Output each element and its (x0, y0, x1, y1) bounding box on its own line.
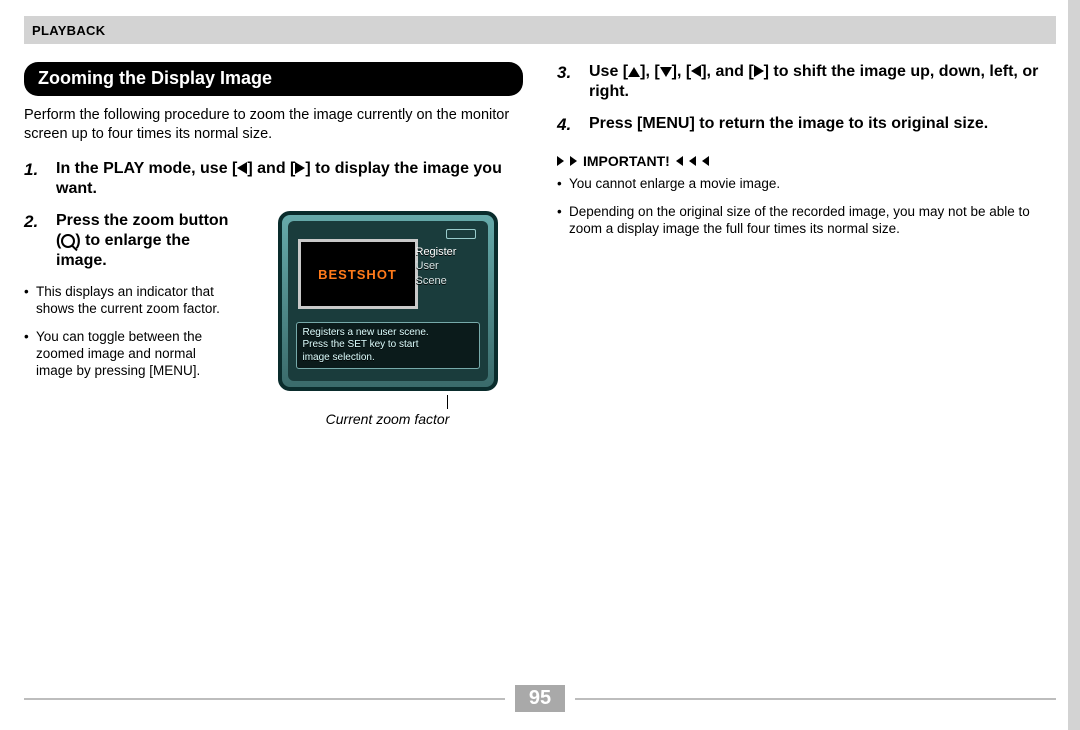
list-item: Depending on the original size of the re… (557, 203, 1056, 238)
bestshot-label: BESTSHOT (318, 267, 397, 282)
intro-paragraph: Perform the following procedure to zoom … (24, 106, 523, 143)
magnifier-icon (61, 234, 75, 248)
s3-b2: ], [ (672, 63, 692, 80)
header-bar: PLAYBACK (24, 16, 1056, 44)
figure: BESTSHOT Register User Scene Registers a… (252, 211, 523, 427)
manual-page: PLAYBACK Zooming the Display Image Perfo… (0, 0, 1080, 730)
strip-line: Registers a new user scene. (303, 327, 473, 340)
menu-line: Scene (416, 274, 478, 288)
footer-rule (575, 698, 1056, 700)
s3-b3: ], and [ (701, 63, 753, 80)
triangle-left-icon (702, 156, 709, 166)
lcd-description-strip: Registers a new user scene. Press the SE… (296, 322, 480, 370)
up-arrow-icon (628, 67, 640, 77)
step-2-left: 2. Press the zoom button () to enlarge t… (24, 211, 234, 389)
s3-b1: ], [ (640, 63, 660, 80)
important-heading: IMPORTANT! (557, 153, 1056, 169)
lcd-menu-text: Register User Scene (416, 245, 478, 288)
triangle-right-icon (570, 156, 577, 166)
menu-line: Register (416, 245, 478, 259)
right-column: 3. Use [], [], [], and [] to shift the i… (557, 62, 1056, 427)
important-bullets: You cannot enlarge a movie image. Depend… (557, 175, 1056, 237)
list-item: This displays an indicator that shows th… (24, 283, 234, 318)
step-4: 4. Press [MENU] to return the image to i… (557, 114, 1056, 135)
footer-rule (24, 698, 505, 700)
triangle-right-icon (557, 156, 564, 166)
page-footer: 95 (24, 685, 1056, 712)
step-2-bullets: This displays an indicator that shows th… (24, 283, 234, 379)
step-2-row: 2. Press the zoom button () to enlarge t… (24, 211, 523, 427)
lcd-inner: BESTSHOT Register User Scene Registers a… (288, 221, 488, 381)
list-item: You cannot enlarge a movie image. (557, 175, 1056, 192)
step-text: Press [MENU] to return the image to its … (589, 114, 1056, 135)
strip-line: Press the SET key to start (303, 339, 473, 352)
step1-mid: ] and [ (247, 160, 295, 177)
right-arrow-icon (295, 162, 305, 174)
bestshot-thumbnail: BESTSHOT (298, 239, 418, 309)
step-text: Use [], [], [], and [] to shift the imag… (589, 62, 1056, 102)
strip-line: image selection. (303, 352, 473, 365)
step-number: 2. (24, 211, 48, 271)
figure-caption: Current zoom factor (326, 411, 450, 427)
step-text: Press the zoom button () to enlarge the … (56, 211, 234, 271)
menu-line: User (416, 259, 478, 273)
right-arrow-icon (754, 65, 764, 77)
triangle-left-icon (689, 156, 696, 166)
content-columns: Zooming the Display Image Perform the fo… (24, 62, 1056, 427)
battery-icon (446, 229, 476, 239)
triangle-left-icon (676, 156, 683, 166)
left-arrow-icon (237, 162, 247, 174)
header-section-label: PLAYBACK (32, 23, 105, 38)
section-title-pill: Zooming the Display Image (24, 62, 523, 96)
step1-pre: In the PLAY mode, use [ (56, 160, 237, 177)
left-column: Zooming the Display Image Perform the fo… (24, 62, 523, 427)
step-2: 2. Press the zoom button () to enlarge t… (24, 211, 234, 271)
camera-lcd-illustration: BESTSHOT Register User Scene Registers a… (278, 211, 498, 391)
step-number: 4. (557, 114, 581, 135)
step-text: In the PLAY mode, use [] and [] to displ… (56, 159, 523, 199)
step-number: 1. (24, 159, 48, 199)
page-edge-shadow (1068, 0, 1080, 730)
step-number: 3. (557, 62, 581, 102)
step-1: 1. In the PLAY mode, use [] and [] to di… (24, 159, 523, 199)
callout-line (447, 395, 448, 409)
important-label: IMPORTANT! (583, 153, 670, 169)
list-item: You can toggle between the zoomed image … (24, 328, 234, 380)
step-3: 3. Use [], [], [], and [] to shift the i… (557, 62, 1056, 102)
s3-pre: Use [ (589, 63, 628, 80)
down-arrow-icon (660, 67, 672, 77)
left-arrow-icon (691, 65, 701, 77)
page-number: 95 (515, 685, 565, 712)
